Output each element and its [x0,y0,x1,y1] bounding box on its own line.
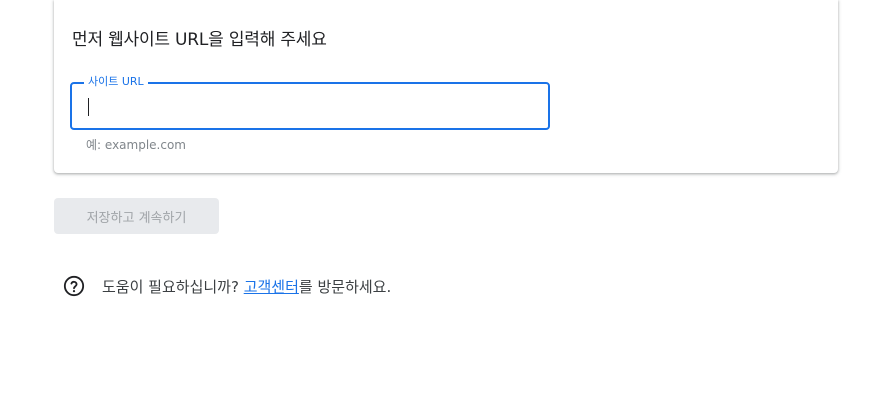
site-url-field[interactable]: 사이트 URL [70,75,550,130]
save-and-continue-button[interactable]: 저장하고 계속하기 [54,198,219,234]
site-url-hint: 예: example.com [86,138,186,152]
card-title: 먼저 웹사이트 URL을 입력해 주세요 [72,30,327,50]
site-url-input[interactable] [86,95,526,117]
text-cursor [88,98,89,116]
help-row: 도움이 필요하십니까? 고객센터를 방문하세요. [63,274,391,298]
help-text: 도움이 필요하십니까? 고객센터를 방문하세요. [102,276,391,297]
help-circle-icon [63,275,85,297]
help-text-prefix: 도움이 필요하십니까? [102,277,244,296]
url-entry-card: 먼저 웹사이트 URL을 입력해 주세요 사이트 URL 예: example.… [54,0,838,173]
site-url-field-label: 사이트 URL [84,75,148,89]
help-text-suffix: 를 방문하세요. [298,277,392,296]
help-center-link[interactable]: 고객센터 [244,278,299,296]
